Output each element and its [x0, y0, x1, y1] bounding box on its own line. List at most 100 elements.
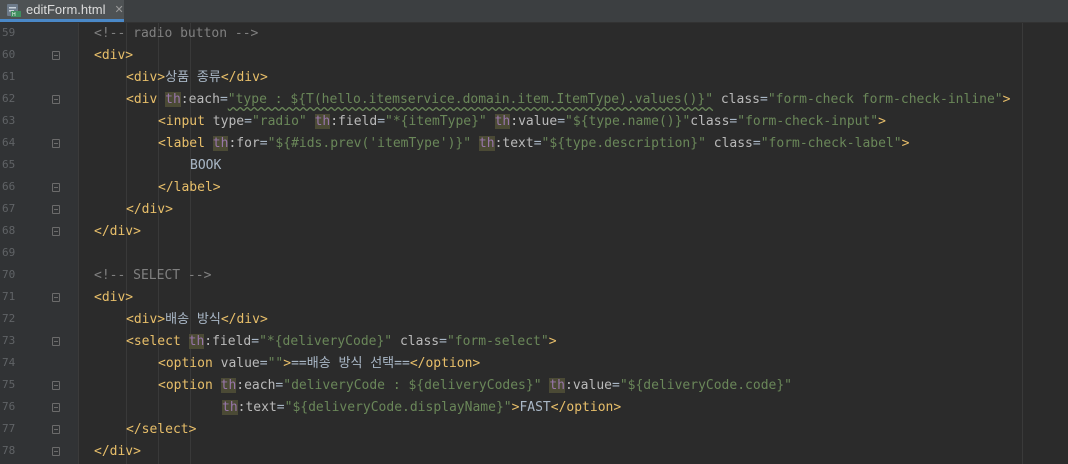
code-text: <select th:field="*{deliveryCode}" class…	[126, 333, 557, 351]
tab-editform-html[interactable]: H editForm.html ✕	[0, 0, 124, 22]
line-number: 68	[2, 224, 16, 237]
token-txt: 배송 방식	[165, 312, 221, 327]
token-tag: <div	[126, 92, 166, 107]
code-line[interactable]: 72 <div>배송 방식</div>	[0, 309, 1068, 331]
token-tag: </option>	[550, 400, 622, 415]
line-number: 74	[2, 356, 16, 369]
code-text: </label>	[158, 179, 221, 197]
token-tag: <div>	[94, 290, 134, 305]
code-editor[interactable]: 59 <!-- radio button --> 60 <div> 61 <div>상품 …	[0, 23, 1068, 464]
fold-end-icon[interactable]	[52, 183, 60, 192]
token-tag: <div>	[126, 70, 166, 85]
code-line[interactable]: 76 th:text="${deliveryCode.displayName}">…	[0, 397, 1068, 419]
token-tag: <div>	[94, 48, 134, 63]
code-text: <div th:each="type : ${T(hello.itemservi…	[126, 91, 1010, 109]
line-number: 75	[2, 378, 16, 391]
token-str: "${deliveryCode.displayName}"	[284, 400, 512, 415]
code-line[interactable]: 71 <div>	[0, 287, 1068, 309]
code-line[interactable]: 75 <option th:each="deliveryCode : ${deli…	[0, 375, 1068, 397]
code-line[interactable]: 73 <select th:field="*{deliveryCode}" cla…	[0, 331, 1068, 353]
code-line[interactable]: 70 <!-- SELECT -->	[0, 265, 1068, 287]
fold-end-icon[interactable]	[52, 425, 60, 434]
token-tag: <label	[158, 136, 213, 151]
code-line[interactable]: 60 <div>	[0, 45, 1068, 67]
token-txt: =	[752, 136, 761, 151]
code-line[interactable]: 64 <label th:for="${#ids.prev('itemType')…	[0, 133, 1068, 155]
code-line[interactable]: 78 </div>	[0, 441, 1068, 463]
token-txt: BOOK	[190, 158, 222, 173]
fold-collapse-icon[interactable]	[52, 95, 60, 104]
token-attr: :field	[204, 334, 252, 349]
token-str: "form-select"	[446, 334, 549, 349]
token-str: "${deliveryCode.code}"	[619, 378, 792, 393]
token-txt: =	[611, 378, 620, 393]
token-tag: >	[283, 356, 292, 371]
code-line[interactable]: 68 </div>	[0, 221, 1068, 243]
code-line[interactable]: 69	[0, 243, 1068, 265]
code-line[interactable]: 63 <input type="radio" th:field="*{itemTy…	[0, 111, 1068, 133]
code-text: <option value="">==배송 방식 선택==</option>	[158, 355, 480, 373]
token-txt: 상품 종류	[165, 70, 221, 85]
token-attr: value	[220, 356, 260, 371]
token-str: "radio"	[251, 114, 315, 129]
code-text: th:text="${deliveryCode.displayName}">FA…	[222, 399, 621, 417]
fold-collapse-icon[interactable]	[52, 51, 60, 60]
code-text: <input type="radio" th:field="*{itemType…	[158, 113, 886, 131]
code-line[interactable]: 74 <option value="">==배송 방식 선택==</option>	[0, 353, 1068, 375]
token-attr: :each	[180, 92, 220, 107]
fold-end-icon[interactable]	[52, 205, 60, 214]
token-txt: FAST	[519, 400, 551, 415]
token-str: "type : ${T(hello.itemservice.domain.ite…	[227, 92, 714, 107]
code-text: <option th:each="deliveryCode : ${delive…	[158, 377, 792, 395]
code-line[interactable]: 77 </select>	[0, 419, 1068, 441]
token-str: "*{deliveryCode}"	[259, 334, 393, 349]
code-line[interactable]: 62 <div th:each="type : ${T(hello.itemser…	[0, 89, 1068, 111]
token-txt: =	[533, 136, 542, 151]
code-line[interactable]: 65 BOOK	[0, 155, 1068, 177]
token-txt: ==배송 방식 선택==	[291, 356, 410, 371]
code-line[interactable]: 67 </div>	[0, 199, 1068, 221]
fold-collapse-icon[interactable]	[52, 381, 60, 390]
token-txt: =	[219, 92, 228, 107]
fold-collapse-icon[interactable]	[52, 293, 60, 302]
line-number: 78	[2, 444, 16, 457]
line-number: 62	[2, 92, 16, 105]
token-tag: </div>	[126, 202, 173, 217]
fold-collapse-icon[interactable]	[52, 139, 60, 148]
fold-collapse-icon[interactable]	[52, 337, 60, 346]
token-str: "${type.name()}"	[565, 114, 691, 129]
token-txt: =	[244, 114, 252, 129]
token-th: th	[549, 378, 566, 393]
token-tag: </label>	[158, 180, 221, 195]
token-tag: </div>	[220, 312, 268, 327]
code-line[interactable]: 61 <div>상품 종류</div>	[0, 67, 1068, 89]
tab-label: editForm.html	[26, 2, 106, 17]
line-number: 77	[2, 422, 16, 435]
close-icon[interactable]: ✕	[114, 3, 123, 16]
line-number: 71	[2, 290, 16, 303]
token-tag: <option	[158, 378, 221, 393]
token-attr: type	[212, 114, 245, 129]
line-number: 72	[2, 312, 16, 325]
code-text: <!-- SELECT -->	[94, 267, 211, 285]
code-text: <label th:for="${#ids.prev('itemType')}"…	[158, 135, 909, 153]
token-str: "form-check form-check-inline"	[767, 92, 1003, 107]
token-tag: >	[901, 136, 910, 151]
token-attr: class	[392, 334, 440, 349]
fold-end-icon[interactable]	[52, 447, 60, 456]
token-txt: =	[760, 92, 768, 107]
token-tag: >	[878, 114, 886, 129]
fold-end-icon[interactable]	[52, 227, 60, 236]
line-number: 69	[2, 246, 16, 259]
token-th: th	[222, 400, 238, 415]
token-th: th	[188, 334, 205, 349]
code-line[interactable]: 66 </label>	[0, 177, 1068, 199]
line-number: 60	[2, 48, 16, 61]
line-number: 64	[2, 136, 16, 149]
token-str: "*{itemType}"	[385, 114, 495, 129]
fold-end-icon[interactable]	[52, 403, 60, 412]
token-cmt: <!-- radio button -->	[94, 26, 259, 41]
line-number: 59	[2, 26, 16, 39]
code-line[interactable]: 59 <!-- radio button -->	[0, 23, 1068, 45]
line-number: 76	[2, 400, 16, 413]
